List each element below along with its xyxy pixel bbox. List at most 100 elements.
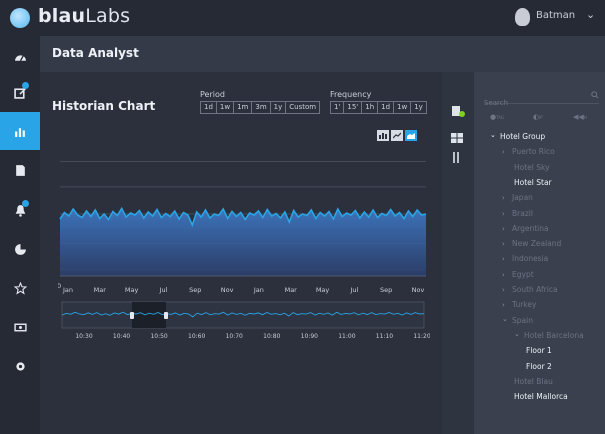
- chevron-down-icon[interactable]: ⌄: [502, 312, 512, 326]
- period-option[interactable]: 1y: [271, 102, 287, 113]
- period-option[interactable]: 1m: [234, 102, 253, 113]
- tree-item[interactable]: Hotel Mallorca: [514, 390, 568, 404]
- overview-selection[interactable]: [132, 302, 166, 328]
- frequency-option[interactable]: 1d: [378, 102, 395, 113]
- tree-item[interactable]: Hotel Sky: [514, 161, 550, 175]
- chevron-right-icon[interactable]: ›: [502, 298, 512, 312]
- sidebar-item-document[interactable]: [0, 151, 40, 189]
- document-icon: [15, 164, 25, 176]
- period-option[interactable]: 3m: [252, 102, 271, 113]
- sidebar-item-chart[interactable]: [0, 112, 40, 150]
- sound-icon: ◀◀: [573, 113, 584, 121]
- frequency-option[interactable]: 1': [331, 102, 345, 113]
- y-tick-label: 0: [58, 282, 61, 290]
- x-tick-label: Jul: [159, 286, 168, 294]
- area-chart-icon: [407, 133, 415, 139]
- chevron-right-icon[interactable]: ›: [502, 252, 512, 266]
- pie-icon: [14, 243, 26, 255]
- tree-item-label: Hotel Blau: [514, 376, 553, 386]
- area-chart-toggle[interactable]: [405, 130, 417, 141]
- chevron-down-icon[interactable]: ⌄: [490, 128, 500, 142]
- chevron-right-icon[interactable]: ›: [502, 222, 512, 236]
- frequency-option[interactable]: 15': [344, 102, 363, 113]
- chevron-right-icon[interactable]: ›: [502, 268, 512, 282]
- x-tick-label: Nov: [412, 286, 425, 294]
- sidebar-item-dashboard[interactable]: [0, 38, 40, 76]
- overview-chart[interactable]: 10:30 10:40 10:50 10:60 10:70 10:80 10:90 11:00…: [58, 298, 430, 344]
- group-online-icon[interactable]: [451, 102, 465, 117]
- tree-item[interactable]: › Puerto Rico: [502, 145, 555, 159]
- period-selector: 1d 1w 1m 3m 1y Custom: [200, 101, 321, 114]
- star-icon: [13, 281, 27, 295]
- search-icon[interactable]: [591, 91, 599, 99]
- frequency-option[interactable]: 1w: [394, 102, 412, 113]
- tree-item-label: Floor 1: [526, 346, 552, 356]
- search-input[interactable]: [484, 97, 584, 109]
- money-icon: [13, 323, 27, 331]
- sidebar-item-gear[interactable]: [0, 347, 40, 385]
- sidebar-item-bell[interactable]: [0, 191, 40, 229]
- chevron-right-icon[interactable]: ›: [502, 191, 512, 205]
- range-handle[interactable]: [130, 312, 134, 319]
- tree-item[interactable]: Hotel Blau: [514, 375, 553, 389]
- range-handle[interactable]: [164, 312, 168, 319]
- sound-filter[interactable]: ◀◀H: [573, 113, 587, 121]
- filter-row: ●TAG ◐IP ◀◀H: [490, 113, 602, 125]
- tag-filter[interactable]: ●TAG: [490, 113, 504, 121]
- ip-filter[interactable]: ◐IP: [533, 113, 543, 121]
- section-header: Data Analyst: [40, 36, 605, 72]
- sort-icon[interactable]: [451, 148, 464, 163]
- sidebar-item-money[interactable]: [0, 308, 40, 346]
- frequency-option[interactable]: 1y: [411, 102, 426, 113]
- bar-chart-toggle[interactable]: [377, 130, 389, 141]
- tree-item[interactable]: › Argentina: [502, 222, 549, 236]
- chevron-down-icon[interactable]: ⌄: [586, 8, 595, 21]
- tree-item-label: Egypt: [512, 269, 534, 279]
- overview-tick-label: 10:80: [263, 333, 280, 340]
- tree-item-label: Japan: [512, 193, 533, 203]
- sidebar-item-edit[interactable]: [0, 73, 40, 111]
- period-option[interactable]: Custom: [286, 102, 319, 113]
- overview-tick-label: 11:10: [376, 333, 393, 340]
- x-tick-label: May: [125, 286, 139, 294]
- tree-item[interactable]: ⌄ Hotel Group: [490, 130, 545, 144]
- tree-item[interactable]: Floor 1: [526, 344, 552, 358]
- tree-item[interactable]: › Turkey: [502, 298, 536, 312]
- tree-item[interactable]: › Egypt: [502, 268, 534, 282]
- tree-item[interactable]: › South Africa: [502, 283, 558, 297]
- user-name[interactable]: Batman: [536, 10, 575, 21]
- period-option[interactable]: 1w: [217, 102, 235, 113]
- tree-item-label: Hotel Barcelona: [524, 330, 584, 340]
- x-tick-label: Sep: [380, 286, 392, 294]
- chevron-down-icon[interactable]: ⌄: [514, 327, 524, 341]
- tree-item-label: Indonesia: [512, 254, 549, 264]
- frequency-option[interactable]: 1h: [362, 102, 379, 113]
- period-label: Period: [200, 90, 225, 99]
- sidebar-item-pie[interactable]: [0, 230, 40, 268]
- overview-tick-label: 10:40: [113, 333, 130, 340]
- tree-item[interactable]: › Brazil: [502, 207, 533, 221]
- avatar[interactable]: [515, 8, 530, 26]
- chevron-right-icon[interactable]: ›: [502, 145, 512, 159]
- main-chart[interactable]: Jan Mar May Jul Sep Nov Jan Mar May Jul Sep Nov 0: [58, 144, 430, 304]
- tree-item[interactable]: ⌄ Hotel Barcelona: [514, 329, 584, 343]
- chevron-right-icon[interactable]: ›: [502, 237, 512, 251]
- dashboard-icon: [14, 54, 26, 61]
- tree-item[interactable]: Floor 2: [526, 360, 552, 374]
- view-toggle-strip: [442, 72, 474, 434]
- tree-item[interactable]: › Japan: [502, 191, 533, 205]
- notification-badge: [22, 82, 29, 89]
- line-chart-toggle[interactable]: [391, 130, 403, 141]
- tree-item[interactable]: › Indonesia: [502, 252, 548, 266]
- chevron-right-icon[interactable]: ›: [502, 207, 512, 221]
- tree-item-label: New Zealand: [512, 239, 562, 249]
- sidebar-item-star[interactable]: [0, 269, 40, 307]
- chart-icon: [14, 127, 25, 137]
- app-logo[interactable]: blauLabs: [38, 5, 130, 27]
- grid-icon[interactable]: [451, 128, 464, 143]
- tree-item[interactable]: Hotel Star: [514, 176, 552, 190]
- tree-item[interactable]: › New Zealand: [502, 237, 561, 251]
- period-option[interactable]: 1d: [201, 102, 217, 113]
- chevron-right-icon[interactable]: ›: [502, 283, 512, 297]
- tree-item[interactable]: ⌄ Spain: [502, 314, 533, 328]
